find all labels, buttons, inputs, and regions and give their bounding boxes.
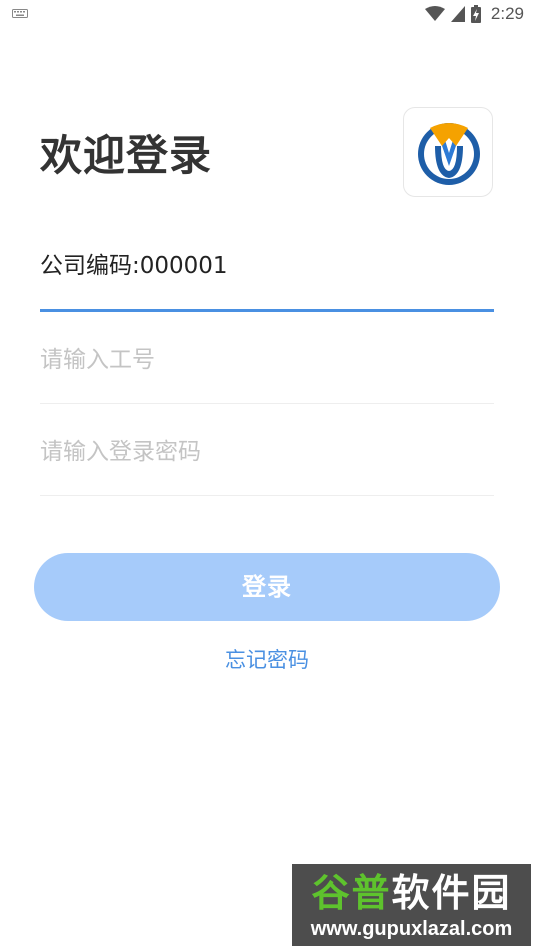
watermark-title-part1: 谷普: [311, 871, 392, 915]
signal-icon: [450, 6, 465, 22]
watermark: 谷普软件园 www.gupuxlazal.com: [292, 864, 531, 946]
company-logo: [403, 107, 493, 197]
forgot-password-link[interactable]: 忘记密码: [0, 645, 534, 675]
status-bar: 2:29: [0, 0, 534, 28]
employee-id-input[interactable]: [40, 342, 494, 378]
watermark-url: www.gupuxlazal.com: [310, 918, 513, 940]
status-icons: 2:29: [424, 3, 524, 25]
company-code-text: 公司编码:000001: [40, 253, 228, 279]
password-field-container: [40, 424, 494, 496]
watermark-title-part2: 软件园: [391, 871, 512, 915]
status-time: 2:29: [490, 4, 524, 23]
watermark-title: 谷普软件园: [292, 870, 531, 916]
page-title: 欢迎登录: [40, 131, 213, 180]
logo-icon: [418, 123, 480, 185]
password-input[interactable]: [40, 434, 494, 470]
company-code-field[interactable]: 公司编码:000001: [40, 238, 494, 312]
wifi-icon: [424, 6, 445, 21]
employee-id-field-container: [40, 332, 494, 404]
battery-charging-icon: [470, 5, 481, 23]
keyboard-icon: [12, 9, 28, 18]
login-button[interactable]: 登录: [34, 553, 500, 621]
